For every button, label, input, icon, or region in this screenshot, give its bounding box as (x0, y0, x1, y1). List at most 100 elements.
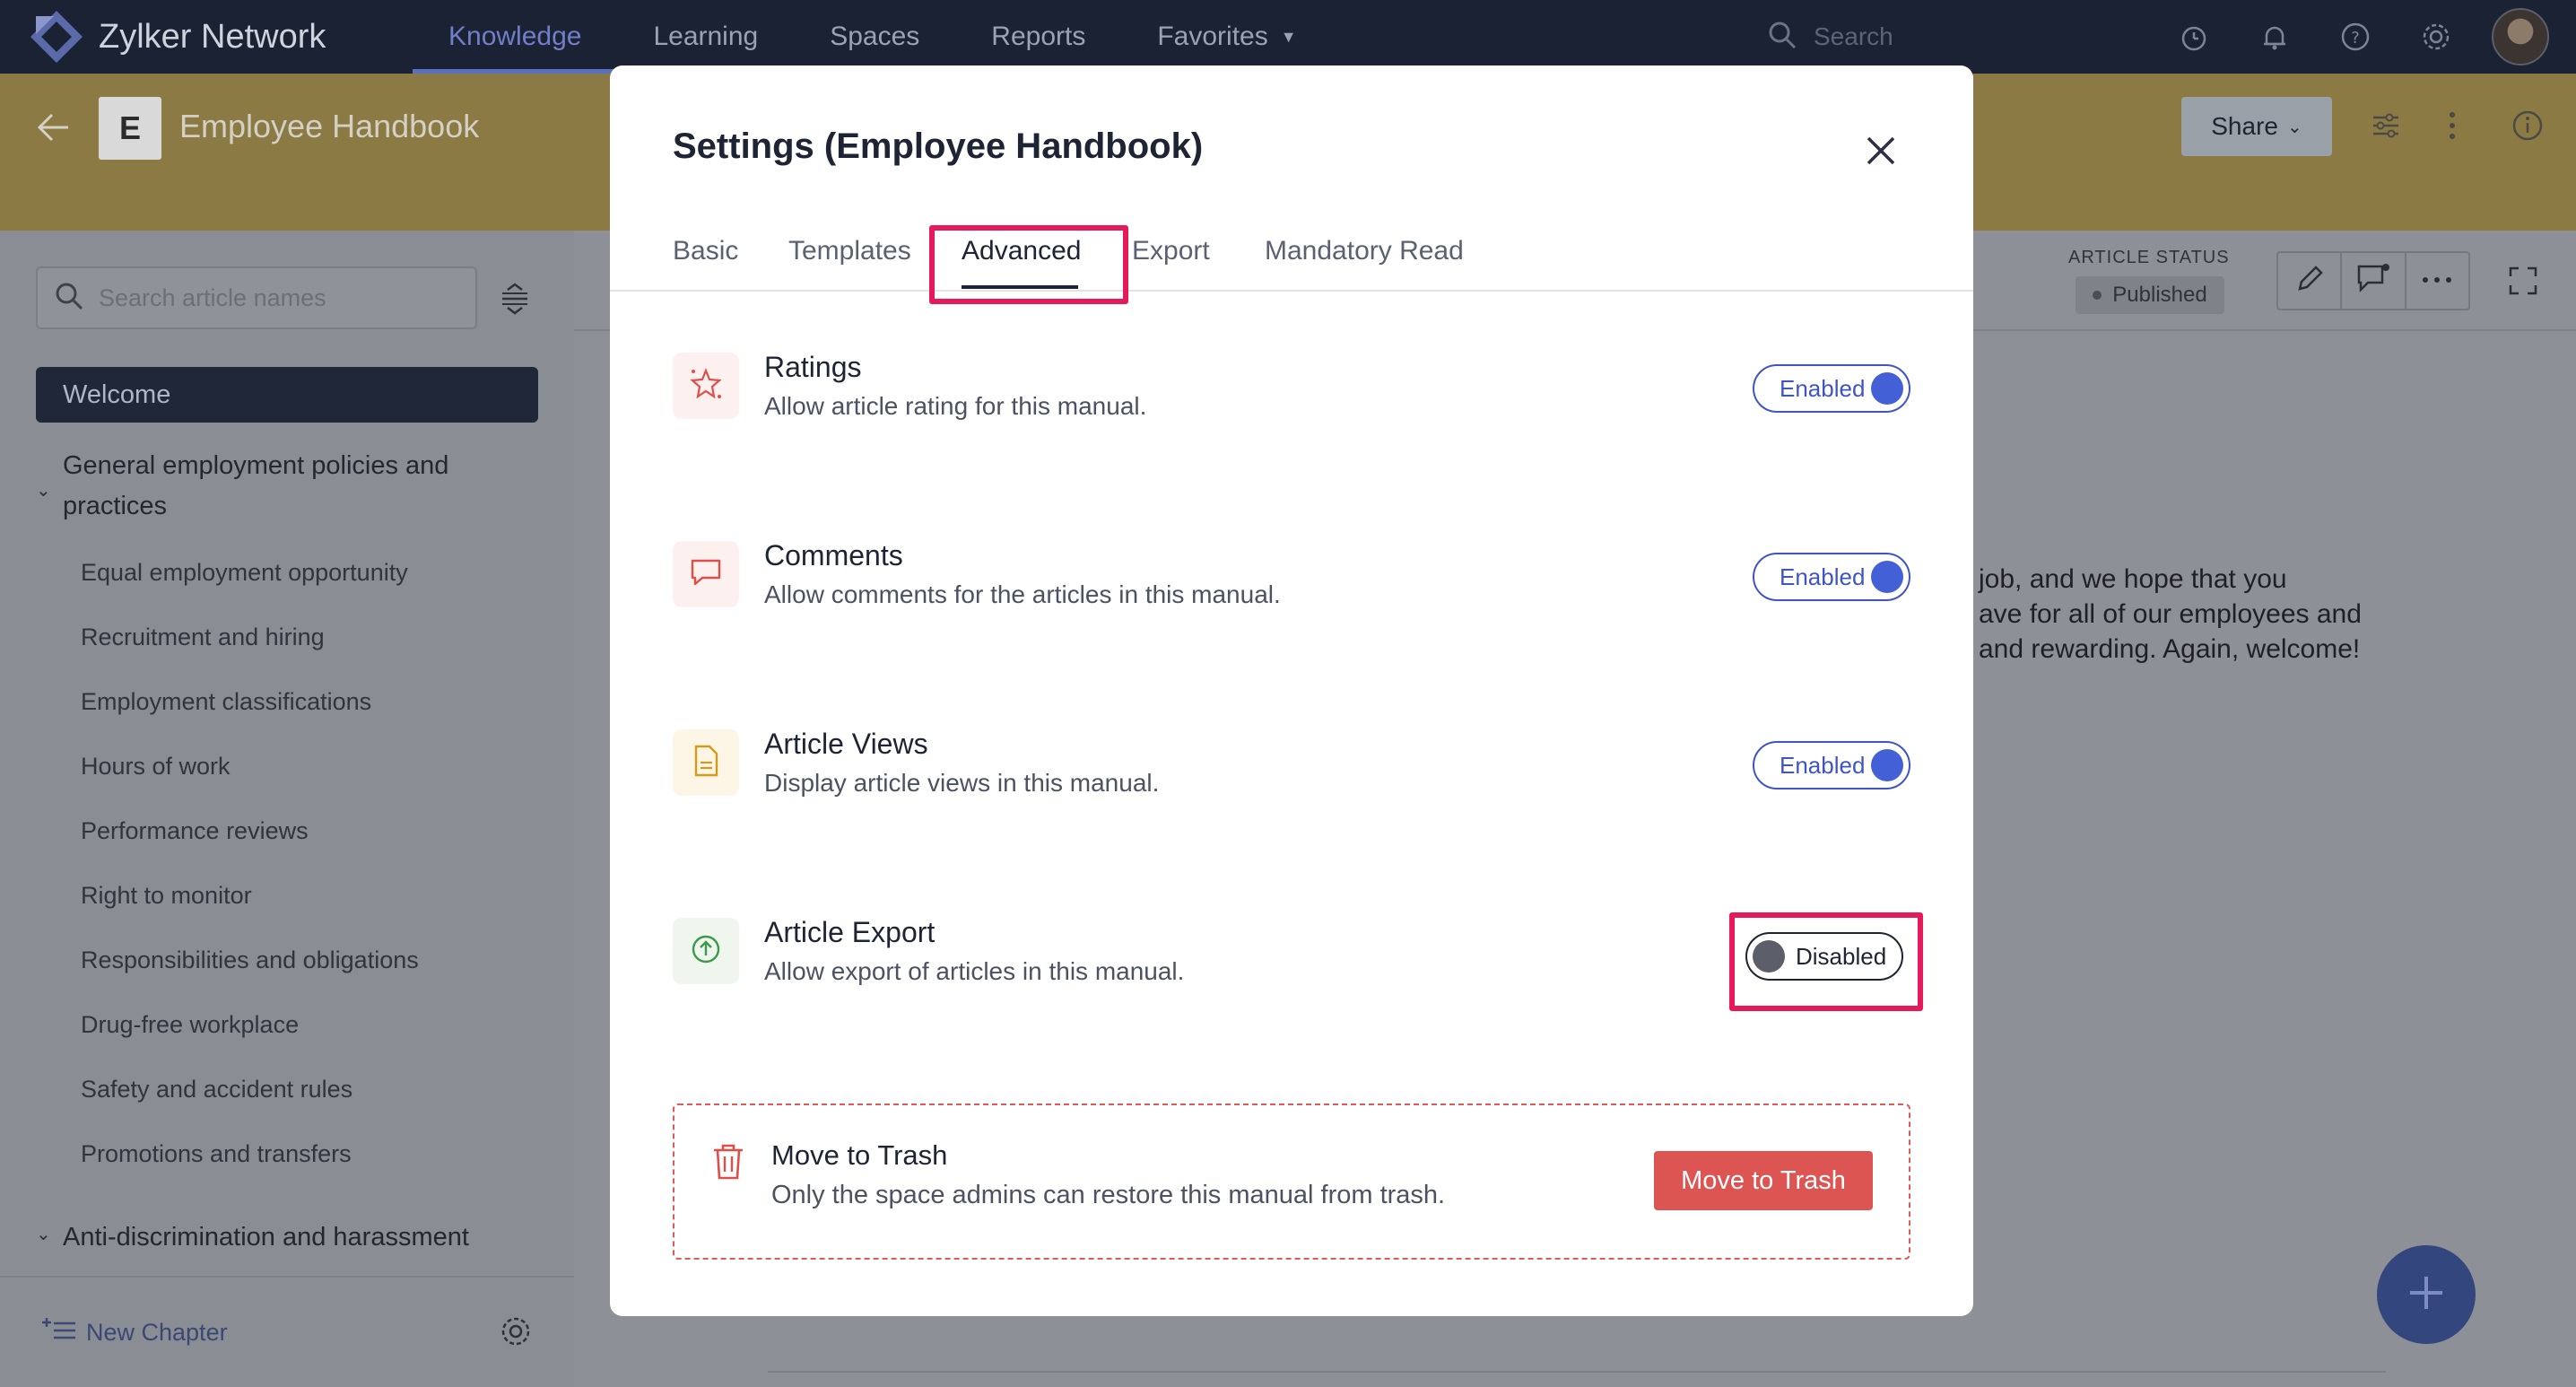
export-setting-icon-box (673, 918, 739, 984)
sidebar-item-drug-free[interactable]: Drug-free workplace (81, 1011, 299, 1039)
comments-desc: Allow comments for the articles in this … (764, 580, 1281, 608)
modal-title: Settings (Employee Handbook) (673, 126, 1204, 166)
sidebar-item-welcome[interactable]: Welcome (36, 367, 538, 423)
export-title: Article Export (764, 916, 936, 948)
sidebar-item-responsibilities[interactable]: Responsibilities and obligations (81, 946, 419, 974)
export-desc: Allow export of articles in this manual. (764, 957, 1185, 985)
comments-title: Comments (764, 539, 903, 571)
ratings-toggle[interactable]: Enabled (1753, 364, 1910, 413)
views-toggle[interactable]: Enabled (1753, 741, 1910, 789)
toggle-state-label: Enabled (1780, 751, 1866, 779)
article-tool-group (2276, 251, 2470, 310)
nav-tab-spaces[interactable]: Spaces (794, 0, 955, 74)
edit-button[interactable] (2278, 253, 2343, 309)
comment-icon (2355, 263, 2391, 300)
sidebar-chapter-anti-discrimination[interactable]: Anti-discrimination and harassment (63, 1217, 493, 1258)
user-avatar[interactable] (2492, 8, 2549, 65)
more-horizontal-icon (2422, 273, 2452, 289)
nav-tab-favorites[interactable]: Favorites ▼ (1121, 0, 1332, 74)
chevron-down-icon[interactable]: ⌄ (36, 1223, 51, 1245)
tab-basic[interactable]: Basic (673, 236, 738, 266)
move-to-trash-button[interactable]: Move to Trash (1654, 1151, 1873, 1210)
tab-export[interactable]: Export (1132, 236, 1210, 266)
fullscreen-icon[interactable] (2508, 266, 2538, 301)
add-fab-button[interactable] (2377, 1245, 2476, 1344)
sidebar-item-recruitment[interactable]: Recruitment and hiring (81, 624, 325, 651)
alarm-clock-icon[interactable] (2174, 17, 2214, 57)
status-badge: Published (2076, 276, 2224, 314)
toggle-knob (1871, 749, 1903, 781)
sidebar-item-performance[interactable]: Performance reviews (81, 817, 309, 845)
gear-icon[interactable] (2416, 17, 2456, 57)
help-icon[interactable]: ? (2336, 17, 2375, 57)
ratings-setting-icon-box (673, 353, 739, 419)
pencil-icon (2294, 264, 2325, 299)
new-chapter-button[interactable]: New Chapter (41, 1316, 228, 1349)
sidebar-item-equal-employment[interactable]: Equal employment opportunity (81, 559, 408, 587)
nav-tab-learning[interactable]: Learning (617, 0, 794, 74)
article-search-input[interactable]: Search article names (36, 266, 477, 329)
space-title: Employee Handbook (179, 108, 480, 144)
zylker-logo-icon (27, 7, 86, 66)
toggle-knob (1871, 372, 1903, 405)
nav-tab-knowledge[interactable]: Knowledge (413, 0, 618, 74)
nav-tab-reports[interactable]: Reports (955, 0, 1121, 74)
comments-toggle[interactable]: Enabled (1753, 553, 1910, 601)
global-search[interactable]: Search (1767, 14, 1893, 59)
article-sidebar: Search article names Welcome ⌄ General e… (0, 231, 574, 1387)
search-icon (54, 281, 84, 316)
trash-icon (710, 1142, 746, 1186)
trash-title: Move to Trash (771, 1139, 948, 1171)
comment-button[interactable] (2342, 253, 2406, 309)
info-icon[interactable] (2511, 109, 2544, 146)
highlight-box-export-toggle (1729, 912, 1923, 1011)
body-line: ave for all of our employees and (1979, 599, 2362, 629)
document-icon (688, 743, 724, 783)
tab-mandatory-read[interactable]: Mandatory Read (1265, 236, 1464, 266)
bell-icon[interactable] (2255, 17, 2294, 57)
toggle-state-label: Enabled (1780, 563, 1866, 590)
nav-tab-label: Reports (991, 22, 1086, 51)
views-desc: Display article views in this manual. (764, 769, 1160, 797)
more-options-button[interactable] (2406, 253, 2468, 309)
share-label: Share (2211, 112, 2278, 140)
sidebar-item-classifications[interactable]: Employment classifications (81, 688, 371, 716)
star-sparkle-icon (688, 366, 724, 406)
article-status-label: ARTICLE STATUS (2068, 248, 2230, 267)
body-line: job, and we hope that you (1979, 564, 2287, 594)
body-line: and rewarding. Again, welcome! (1979, 634, 2361, 664)
sliders-icon[interactable] (2370, 109, 2402, 146)
new-chapter-label: New Chapter (86, 1319, 228, 1346)
chevron-down-icon: ⌄ (2286, 117, 2302, 137)
sidebar-item-hours[interactable]: Hours of work (81, 753, 231, 781)
tab-templates[interactable]: Templates (788, 236, 911, 266)
svg-text:?: ? (2351, 29, 2360, 48)
search-placeholder: Search article names (99, 284, 326, 311)
settings-modal: Settings (Employee Handbook) Basic Templ… (610, 65, 1973, 1316)
brand-logo[interactable]: Zylker Network (27, 7, 413, 66)
sidebar-chapter-general[interactable]: General employment policies and practice… (63, 446, 493, 527)
collapse-expand-icon[interactable] (499, 281, 531, 321)
views-setting-icon-box (673, 729, 739, 796)
nav-tab-label: Spaces (830, 22, 920, 51)
nav-tab-label: Knowledge (448, 22, 582, 51)
chevron-down-icon[interactable]: ⌄ (36, 479, 51, 502)
trash-desc: Only the space admins can restore this m… (771, 1181, 1446, 1209)
more-vertical-icon[interactable] (2445, 109, 2459, 146)
nav-tab-label: Learning (653, 22, 759, 51)
close-icon[interactable] (1866, 135, 1896, 170)
sidebar-item-safety[interactable]: Safety and accident rules (81, 1076, 352, 1103)
search-placeholder: Search (1814, 22, 1893, 50)
space-badge: E (99, 97, 161, 160)
gear-icon[interactable] (499, 1314, 533, 1353)
views-title: Article Views (764, 728, 928, 760)
share-button[interactable]: Share ⌄ (2181, 97, 2332, 156)
upload-circle-icon (688, 931, 724, 972)
search-icon (1767, 20, 1797, 55)
comment-icon (688, 554, 724, 595)
sidebar-item-promotions[interactable]: Promotions and transfers (81, 1140, 352, 1168)
divider (768, 1371, 2386, 1373)
back-arrow-icon[interactable] (36, 111, 72, 148)
sidebar-item-monitor[interactable]: Right to monitor (81, 882, 252, 910)
sidebar-item-label: Welcome (63, 379, 171, 409)
